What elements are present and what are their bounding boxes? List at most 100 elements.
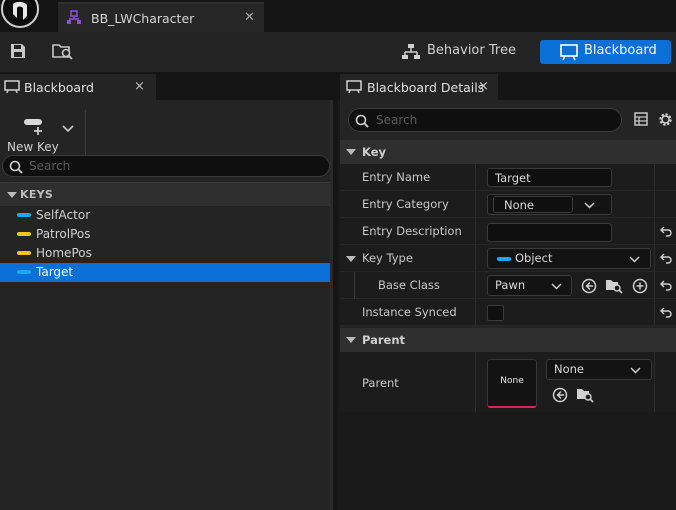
entry-description-label: Entry Description — [362, 224, 462, 238]
key-name: Target — [36, 265, 74, 279]
base-class-value: Pawn — [495, 278, 526, 292]
instance-synced-label: Instance Synced — [362, 305, 457, 319]
instance-synced-row: Instance Synced — [340, 299, 676, 326]
document-tab-label: BB_LWCharacter — [91, 11, 195, 26]
parent-asset-thumbnail[interactable]: None — [487, 359, 537, 408]
key-category-label: Key — [362, 145, 387, 159]
search-icon — [9, 160, 23, 174]
base-class-row: Base Class Pawn — [340, 272, 676, 299]
blackboard-panel: Blackboard × New Key Search KEYS SelfAct… — [0, 72, 333, 510]
entry-description-row: Entry Description — [340, 218, 676, 245]
parent-value: None — [554, 362, 585, 376]
key-name: SelfActor — [36, 208, 91, 222]
key-type-row: Key Type Object — [340, 245, 676, 272]
entry-name-value: Target — [495, 171, 531, 185]
key-type-pill-icon — [17, 213, 31, 217]
search-icon — [355, 114, 369, 128]
details-panel-title: Blackboard Details — [367, 80, 485, 95]
entry-category-label: Entry Category — [362, 197, 449, 211]
toolbar: Behavior Tree Blackboard — [0, 32, 676, 72]
entry-category-row: Entry Category None — [340, 191, 676, 218]
chevron-down-icon — [629, 256, 640, 263]
new-key-label: New Key — [7, 140, 59, 154]
blackboard-icon — [4, 80, 20, 97]
indent-guide — [354, 272, 355, 299]
entry-category-value: None — [504, 198, 535, 212]
gear-icon[interactable] — [657, 111, 674, 131]
collapse-arrow-icon — [346, 149, 356, 155]
blackboard-panel-title: Blackboard — [24, 80, 94, 95]
browse-folder-icon[interactable] — [576, 386, 594, 406]
behavior-tree-label: Behavior Tree — [427, 43, 516, 58]
document-tab[interactable]: BB_LWCharacter ✕ — [58, 2, 264, 32]
key-row-patrolpos[interactable]: PatrolPos — [0, 225, 330, 244]
chevron-down-icon — [551, 283, 562, 290]
details-content: Key Entry Name Target Entry Category Non… — [340, 100, 676, 412]
reset-to-default-icon[interactable] — [660, 225, 672, 240]
blackboard-panel-tab[interactable]: Blackboard × — [0, 74, 156, 100]
save-icon[interactable] — [9, 42, 27, 63]
parent-category-header[interactable]: Parent — [340, 328, 676, 352]
browse-asset-icon[interactable] — [52, 42, 74, 63]
add-icon[interactable] — [632, 278, 648, 297]
blackboard-icon — [560, 44, 578, 61]
instance-synced-checkbox[interactable] — [487, 305, 504, 321]
details-panel-tab[interactable]: Blackboard Details × — [340, 74, 498, 100]
key-type-pill-icon — [17, 232, 31, 236]
collapse-arrow-icon[interactable] — [346, 256, 356, 262]
use-selected-icon[interactable] — [581, 278, 597, 297]
entry-name-label: Entry Name — [362, 170, 431, 184]
reset-to-default-icon[interactable] — [660, 252, 672, 267]
key-type-pill-icon — [17, 251, 31, 255]
behavior-tree-mode-button[interactable]: Behavior Tree — [394, 40, 522, 64]
behavior-tree-icon — [402, 44, 420, 59]
unreal-logo-icon[interactable] — [0, 0, 42, 32]
details-panel-tabstrip: Blackboard Details × — [338, 72, 676, 100]
reset-to-default-icon[interactable] — [660, 306, 672, 321]
key-row-target[interactable]: Target — [0, 263, 330, 282]
keys-header-label: KEYS — [20, 188, 54, 201]
reset-to-default-icon[interactable] — [660, 279, 672, 294]
key-name: PatrolPos — [36, 227, 91, 241]
title-bar: BB_LWCharacter ✕ — [0, 0, 676, 32]
entry-category-combo[interactable]: None — [487, 194, 612, 215]
key-type-combo[interactable]: Object — [487, 248, 651, 269]
keys-search-box[interactable] — [2, 155, 330, 177]
browse-folder-icon[interactable] — [605, 277, 623, 297]
parent-row: Parent None None — [340, 352, 676, 412]
keys-search-input[interactable] — [29, 158, 319, 174]
blackboard-panel-content: New Key KEYS SelfActor PatrolPos — [0, 100, 330, 510]
new-key-button[interactable]: New Key — [0, 110, 86, 156]
base-class-combo[interactable]: Pawn — [487, 275, 572, 296]
key-row-homepos[interactable]: HomePos — [0, 244, 330, 263]
chevron-down-icon — [584, 202, 595, 209]
entry-name-field[interactable]: Target — [487, 168, 612, 187]
parent-label: Parent — [362, 376, 399, 390]
blackboard-mode-button[interactable]: Blackboard — [540, 40, 671, 64]
key-category-header[interactable]: Key — [340, 140, 676, 164]
close-icon[interactable]: × — [134, 79, 145, 94]
details-search-box[interactable] — [348, 108, 622, 132]
chevron-down-icon — [630, 367, 641, 374]
chevron-down-icon[interactable] — [62, 122, 74, 136]
key-type-label: Key Type — [362, 251, 413, 265]
key-row-selfactor[interactable]: SelfActor — [0, 206, 330, 225]
blackboard-mode-label: Blackboard — [584, 43, 657, 58]
close-icon[interactable]: × — [478, 79, 489, 94]
blackboard-asset-icon — [66, 10, 82, 29]
details-search-input[interactable] — [376, 112, 616, 128]
keys-section-header[interactable]: KEYS — [0, 182, 330, 206]
parent-combo[interactable]: None — [546, 359, 652, 380]
key-type-value: Object — [515, 251, 553, 265]
collapse-arrow-icon — [346, 337, 356, 343]
close-icon[interactable]: ✕ — [244, 10, 255, 25]
use-selected-icon[interactable] — [552, 387, 568, 406]
property-matrix-icon[interactable] — [634, 112, 648, 129]
entry-category-field[interactable]: None — [493, 196, 573, 213]
add-key-icon — [24, 114, 46, 139]
keys-list: SelfActor PatrolPos HomePos Target — [0, 206, 330, 282]
key-name: HomePos — [36, 246, 92, 260]
base-class-label: Base Class — [378, 278, 440, 292]
entry-description-field[interactable] — [487, 223, 612, 242]
entry-name-row: Entry Name Target — [340, 164, 676, 191]
